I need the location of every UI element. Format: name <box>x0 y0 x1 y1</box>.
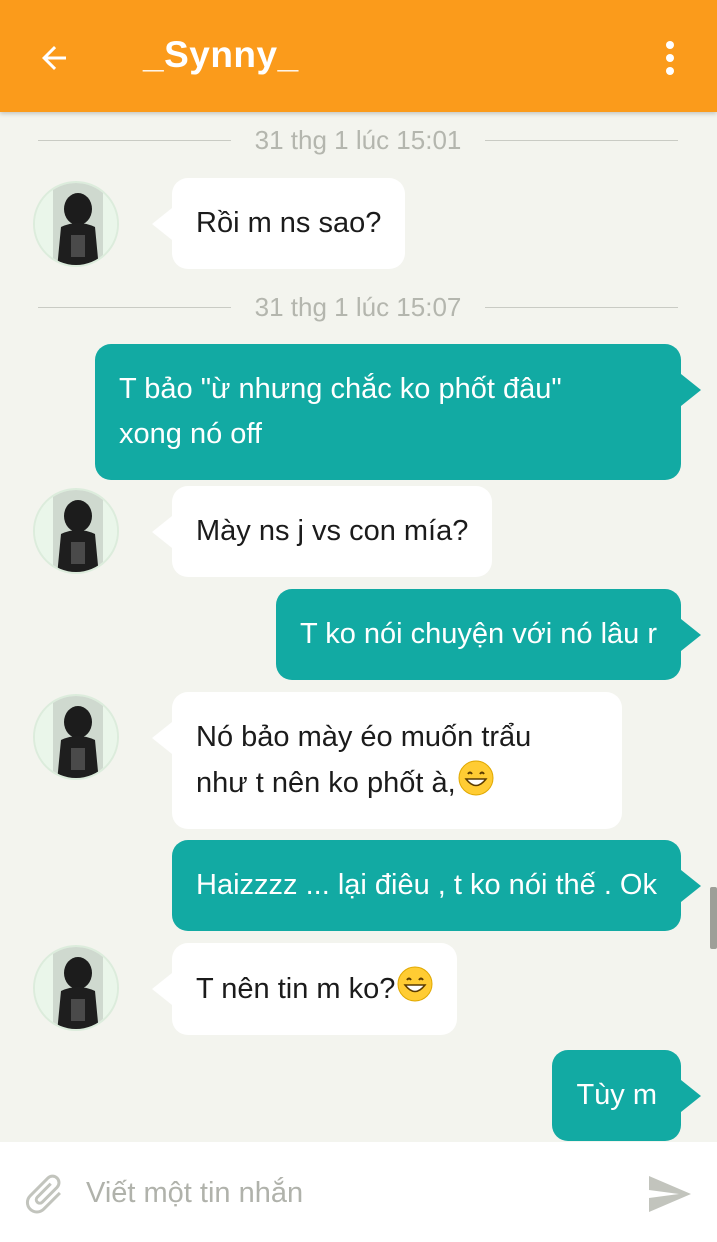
contact-avatar[interactable] <box>33 181 119 267</box>
message-text: như t nên ko phốt à, <box>196 767 456 799</box>
message-text: Mày ns j vs con mía? <box>196 515 469 547</box>
send-button[interactable] <box>638 1164 700 1224</box>
divider-line <box>38 306 231 308</box>
send-icon <box>649 1176 691 1212</box>
outgoing-message[interactable]: Haizzzz ... lại điêu , t ko nói thế . Ok <box>172 840 701 931</box>
date-divider: 31 thg 1 lúc 15:07 <box>38 290 678 324</box>
contact-avatar[interactable] <box>33 694 119 780</box>
paperclip-icon <box>25 1174 61 1214</box>
divider-date: 31 thg 1 lúc 15:01 <box>254 124 462 155</box>
message-text: Rồi m ns sao? <box>196 207 382 239</box>
message-text: Haizzzz ... lại điêu , t ko nói thế . Ok <box>196 869 657 901</box>
incoming-message[interactable]: Rồi m ns sao? <box>151 178 406 269</box>
date-divider: 31 thg 1 lúc 15:01 <box>38 123 678 157</box>
scrollbar[interactable] <box>710 887 717 949</box>
outgoing-message[interactable]: Tùy m <box>552 1050 701 1141</box>
grinning-face-emoji <box>458 760 494 796</box>
message-text-line: xong nó off <box>119 418 262 450</box>
arrow-left-icon <box>42 46 66 70</box>
attach-button[interactable] <box>16 1166 72 1222</box>
message-text-line: như t nên ko phốt à, <box>196 760 598 806</box>
outgoing-message[interactable]: T ko nói chuyện với nó lâu r <box>275 589 702 680</box>
message-text-line: Nó bảo mày éo muốn trẩu <box>196 721 532 753</box>
contact-avatar[interactable] <box>33 488 119 574</box>
grinning-face-emoji <box>397 966 433 1002</box>
more-vertical-icon <box>666 41 674 75</box>
message-text: T nên tin m ko? <box>196 973 396 1005</box>
app-bar: _Synny_ <box>0 0 717 112</box>
incoming-message[interactable]: Nó bảo mày éo muốn trẩu như t nên ko phố… <box>152 692 622 829</box>
message-input[interactable] <box>86 1166 606 1220</box>
message-composer <box>0 1142 717 1242</box>
message-list[interactable]: 31 thg 1 lúc 15:01 Rồi m ns sao? 31 thg … <box>0 112 717 1142</box>
incoming-message[interactable]: T nên tin m ko? <box>151 943 458 1035</box>
divider-line <box>485 139 678 141</box>
incoming-message[interactable]: Mày ns j vs con mía? <box>151 486 493 577</box>
message-text: Tùy m <box>576 1079 657 1111</box>
outgoing-message[interactable]: T bảo "ừ nhưng chắc ko phốt đâu" xong nó… <box>95 344 701 480</box>
divider-line <box>485 306 678 308</box>
divider-date: 31 thg 1 lúc 15:07 <box>254 291 462 322</box>
conversation-title: _Synny_ <box>143 34 299 75</box>
message-text: T ko nói chuyện với nó lâu r <box>299 618 657 650</box>
back-button[interactable] <box>26 30 82 86</box>
more-options-button[interactable] <box>650 30 690 86</box>
divider-line <box>38 139 231 141</box>
contact-avatar[interactable] <box>33 945 119 1031</box>
message-text-line: T bảo "ừ nhưng chắc ko phốt đâu" <box>119 373 562 405</box>
